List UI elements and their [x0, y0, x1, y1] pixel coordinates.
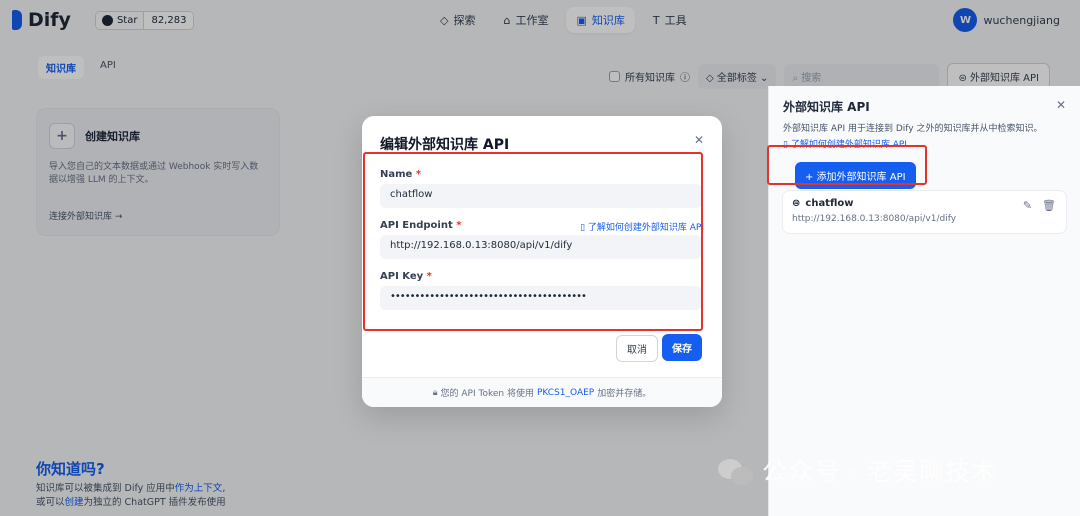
close-icon[interactable]: ✕	[1056, 98, 1066, 112]
api-item-name: chatflow	[805, 198, 854, 209]
save-button[interactable]: 保存	[662, 334, 702, 361]
panel-description: 外部知识库 API 用于连接到 Dify 之外的知识库并从中检索知识。	[783, 124, 1043, 134]
api-item-url: http://192.168.0.13:8080/api/v1/dify	[792, 214, 957, 224]
panel-title: 外部知识库 API	[783, 100, 870, 114]
api-list-item[interactable]: ⊜ chatflow http://192.168.0.13:8080/api/…	[782, 190, 1067, 234]
footer-text: 加密并存储。	[597, 389, 652, 399]
api-icon: ⊜	[792, 198, 801, 209]
highlight-box	[363, 152, 703, 331]
highlight-box	[767, 145, 927, 185]
delete-icon[interactable]: 🗑	[1042, 199, 1056, 212]
close-icon[interactable]: ✕	[694, 133, 704, 147]
pkcs-link[interactable]: PKCS1_OAEP	[537, 388, 594, 398]
modal-footer: 🔒︎ 您的 API Token 将使用 PKCS1_OAEP 加密并存储。	[362, 377, 722, 407]
modal-title: 编辑外部知识库 API	[380, 137, 510, 153]
watermark-text: 公众号 · 老吴聊技术	[762, 457, 997, 486]
wechat-icon	[718, 455, 754, 485]
lock-icon: 🔒︎	[432, 387, 438, 398]
watermark: 公众号 · 老吴聊技术	[718, 452, 997, 488]
cancel-button[interactable]: 取消	[616, 335, 658, 362]
edit-icon[interactable]: ✎	[1023, 199, 1032, 212]
footer-text: 您的 API Token 将使用	[440, 389, 534, 399]
